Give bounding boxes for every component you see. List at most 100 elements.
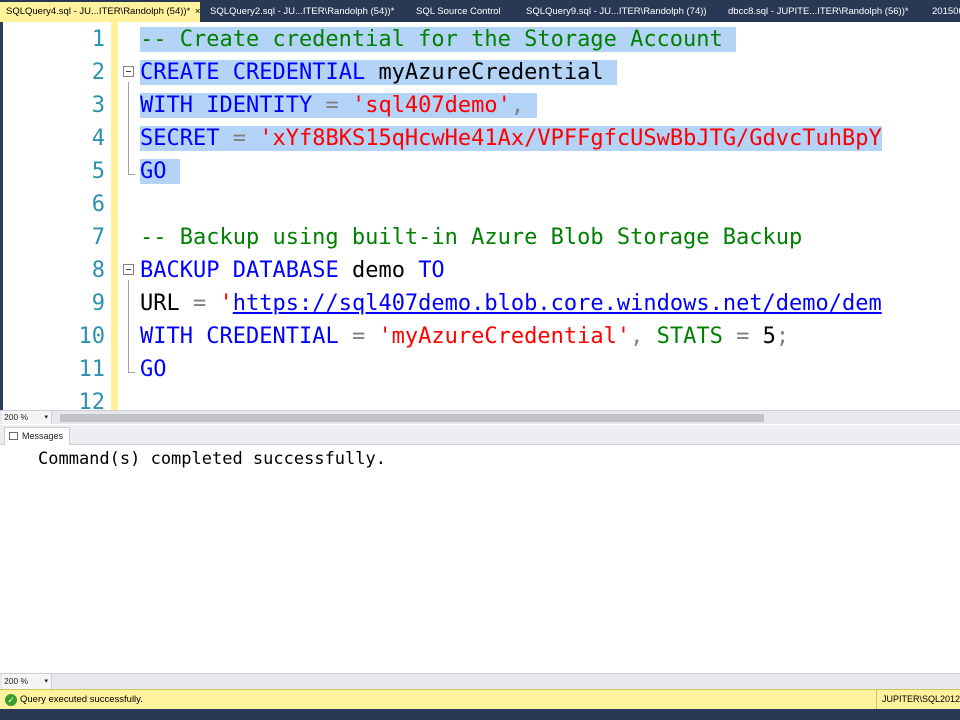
code-line-5: 5 GO [3,155,960,188]
tab-sqlquery4[interactable]: SQLQuery4.sql - JU...ITER\Randolph (54))… [0,2,200,22]
tab-label: SQLQuery4.sql - JU...ITER\Randolph (54))… [6,6,191,17]
results-zoom-bar: 200 % ▾ [0,673,960,689]
query-editor[interactable]: 1 -- Create credential for the Storage A… [0,22,960,410]
line-number: 4 [91,126,105,151]
collapse-icon[interactable] [123,66,134,77]
tab-sqlquery2[interactable]: SQLQuery2.sql - JU...ITER\Randolph (54))… [204,2,404,22]
message-text: Command(s) completed successfully. [38,449,386,469]
code-line-11: 11 GO [3,353,960,386]
zoom-value: 200 % [4,412,29,422]
code-line-8: 8 BACKUP DATABASE demo TO [3,254,960,287]
sql-operator: ; [775,324,790,349]
success-check-icon: ✓ [5,694,17,706]
sql-comment: -- Backup using built-in Azure Blob Stor… [140,225,803,250]
line-number: 6 [91,192,105,217]
window-bottom-edge [0,709,960,720]
collapse-icon[interactable] [123,264,134,275]
sql-comment: -- Create credential for the Storage Acc… [140,27,723,52]
sql-keyword: BACKUP [140,258,220,283]
editor-zoom-bar: 200 % ▾ [0,410,960,424]
tab-label: SQLQuery9.sql - JU...ITER\Randolph (74)) [526,6,707,17]
sql-keyword: WITH [140,93,193,118]
line-number: 10 [78,324,106,349]
line-number: 3 [91,93,105,118]
sql-keyword: DATABASE [232,258,339,283]
sql-keyword: GO [140,159,167,184]
sql-operator: , [510,93,525,118]
sql-keyword: GO [140,357,167,382]
tab-messages[interactable]: Messages [4,427,71,445]
tab-label: dbcc8.sql - JUPITE...ITER\Randolph (56))… [728,6,909,17]
sql-string-quote: ' [219,291,233,316]
chevron-down-icon: ▾ [44,678,48,685]
line-number: 11 [78,357,106,382]
tab-sqlquery9[interactable]: SQLQuery9.sql - JU...ITER\Randolph (74)) [520,2,716,22]
chevron-down-icon: ▾ [44,414,48,421]
tab-label: Messages [22,431,64,441]
messages-icon [9,432,18,440]
sql-operator: = [736,324,750,349]
code-line-3: 3 WITH IDENTITY = 'sql407demo', [3,89,960,122]
code-line-12: 12 [3,386,960,410]
sql-keyword: SECRET [140,126,220,151]
backup-url-link[interactable]: https://sql407demo.blob.core.windows.net… [233,291,882,316]
sql-number: 5 [762,324,776,349]
sql-keyword: WITH [140,324,193,349]
line-number: 2 [91,60,105,85]
code-text[interactable]: BACKUP DATABASE demo TO [140,254,445,287]
code-line-10: 10 WITH CREDENTIAL = 'myAzureCredential'… [3,320,960,353]
code-line-9: 9 URL = 'https://sql407demo.blob.core.wi… [3,287,960,320]
code-text[interactable]: GO [140,353,167,386]
code-text[interactable]: CREATE CREDENTIAL myAzureCredential [140,56,617,89]
code-line-4: 4 SECRET = 'xYf8BKS15qHcwHe41Ax/VPFFgfcU… [3,122,960,155]
tab-label: SQLQuery2.sql - JU...ITER\Randolph (54))… [210,6,395,17]
sql-keyword: CREDENTIAL [206,324,339,349]
tab-dbcc8[interactable]: dbcc8.sql - JUPITE...ITER\Randolph (56))… [722,2,922,22]
code-text[interactable]: -- Create credential for the Storage Acc… [140,23,737,56]
sql-keyword: TO [418,258,445,283]
close-icon[interactable]: × [195,6,201,17]
line-number: 9 [91,291,105,316]
sql-keyword: CREDENTIAL [232,60,366,85]
sql-operator: = [193,291,207,316]
code-line-2: 2 CREATE CREDENTIAL myAzureCredential [3,56,960,89]
line-number: 8 [91,258,105,283]
messages-pane[interactable]: Command(s) completed successfully. [0,445,960,673]
sql-operator: = [351,324,366,349]
code-text[interactable]: SECRET = 'xYf8BKS15qHcwHe41Ax/VPFFgfcUSw… [140,122,882,155]
line-number: 1 [91,27,105,52]
sql-keyword: URL [140,291,180,316]
code-line-7: 7 -- Backup using built-in Azure Blob St… [3,221,960,254]
results-tab-strip: Messages [0,425,960,445]
query-status-bar: ✓ Query executed successfully. JUPITER\S… [0,689,960,709]
code-line-6: 6 [3,188,960,221]
tab-201506[interactable]: 201506 [926,2,960,22]
sql-string: 'sql407demo' [351,93,511,118]
sql-operator: = [232,126,246,151]
tab-label: SQL Source Control [416,6,501,17]
server-name: JUPITER\SQL2012 [876,690,960,709]
sql-string: 'xYf8BKS15qHcwHe41Ax/VPFFgfcUSwBbJTG/Gdv… [259,126,882,151]
sql-keyword: STATS [656,324,723,349]
sql-keyword: IDENTITY [206,93,313,118]
editor-horizontal-scrollbar-thumb[interactable] [60,414,764,422]
line-number: 12 [78,390,106,410]
code-text[interactable]: WITH IDENTITY = 'sql407demo', [140,89,538,122]
sql-identifier: myAzureCredential [378,60,604,85]
code-text[interactable]: -- Backup using built-in Azure Blob Stor… [140,221,802,254]
document-tab-bar: SQLQuery4.sql - JU...ITER\Randolph (54))… [0,0,960,22]
sql-operator: , [630,324,644,349]
sql-identifier: demo [351,258,405,283]
line-number: 7 [91,225,105,250]
zoom-value: 200 % [4,676,29,686]
code-text[interactable]: WITH CREDENTIAL = 'myAzureCredential', S… [140,320,789,353]
sql-keyword: CREATE [140,60,220,85]
results-zoom-dropdown[interactable]: 200 % ▾ [2,674,52,689]
code-line-1: 1 -- Create credential for the Storage A… [3,23,960,56]
code-text[interactable]: GO [140,155,180,188]
tab-sql-source-control[interactable]: SQL Source Control [410,2,514,22]
editor-zoom-dropdown[interactable]: 200 % ▾ [2,411,52,424]
sql-string: 'myAzureCredential' [378,324,631,349]
code-text[interactable]: URL = 'https://sql407demo.blob.core.wind… [140,287,882,320]
sql-operator: = [325,93,339,118]
